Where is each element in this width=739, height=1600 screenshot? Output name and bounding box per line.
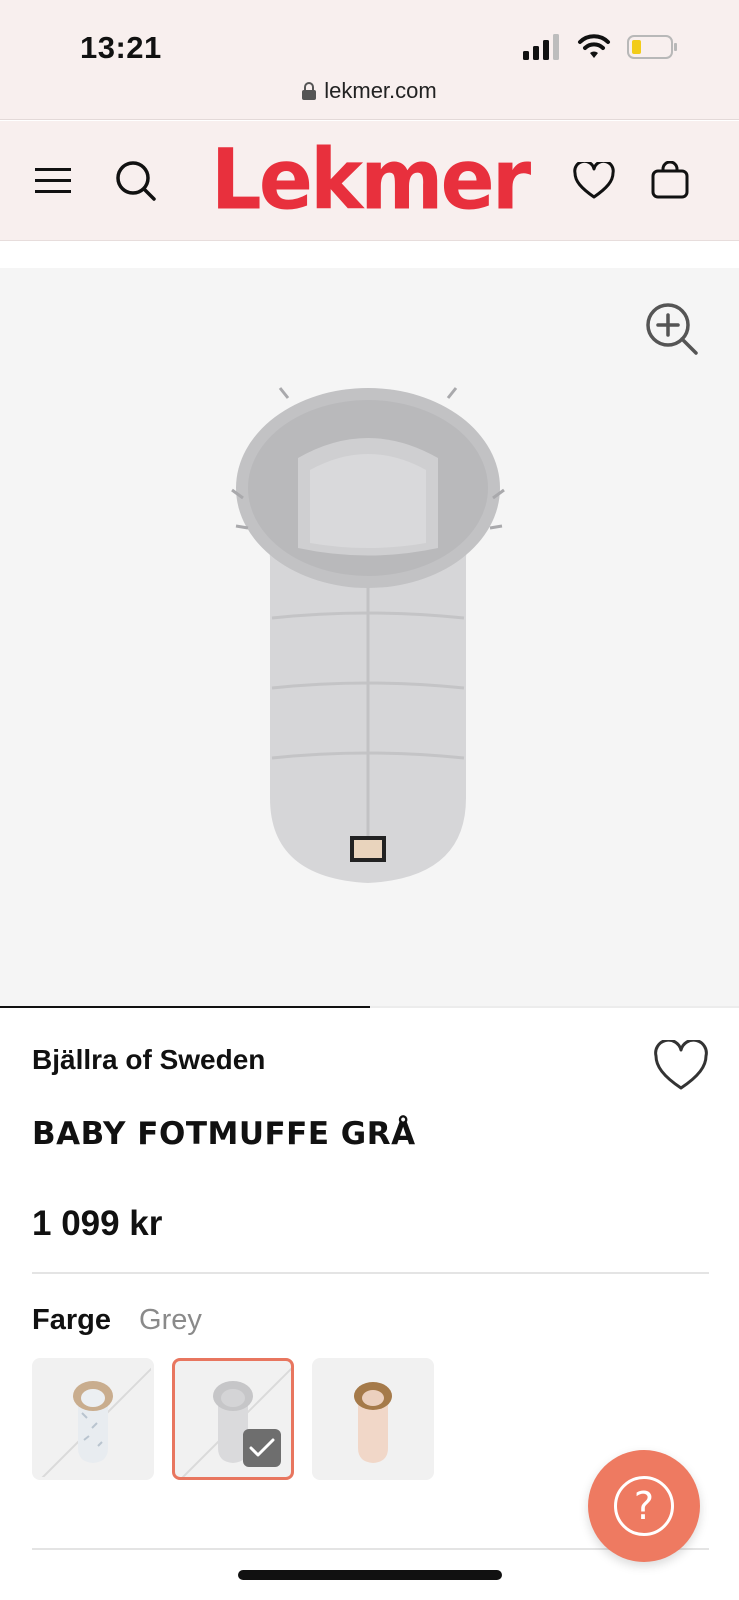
url-text: lekmer.com: [324, 78, 437, 103]
color-label: Farge: [32, 1304, 111, 1336]
wishlist-button[interactable]: [572, 159, 616, 203]
footmuff-product-image: [231, 387, 505, 883]
color-swatch-grey[interactable]: [172, 1358, 294, 1480]
section-divider: [32, 1272, 709, 1274]
home-indicator[interactable]: [238, 1570, 502, 1580]
battery-icon: [627, 35, 677, 59]
heart-icon: [573, 162, 615, 199]
product-title: BABY FOTMUFFE GRÅ: [32, 1116, 416, 1152]
add-to-wishlist-heart-icon[interactable]: [653, 1040, 709, 1096]
gallery-progress-indicator: [0, 1006, 370, 1008]
product-price: 1 099 kr: [32, 1204, 163, 1243]
help-button[interactable]: ?: [588, 1450, 700, 1562]
selected-color-value: Grey: [139, 1304, 202, 1336]
product-brand[interactable]: Bjällra of Sweden: [32, 1044, 265, 1076]
site-header: Lekmer: [0, 121, 739, 241]
beige-footmuff-thumbnail: [354, 1382, 392, 1463]
lock-icon: [302, 82, 317, 100]
selected-checkmark: [243, 1429, 281, 1467]
color-selector-header: Farge Grey: [32, 1304, 202, 1337]
checkmark-icon: [249, 1438, 275, 1457]
gallery-progress-track: [0, 1006, 739, 1008]
bag-icon: [651, 161, 689, 199]
zoom-in-icon[interactable]: [645, 302, 699, 356]
cart-button[interactable]: [648, 159, 692, 203]
address-bar[interactable]: lekmer.com: [0, 78, 739, 104]
cellular-signal-icon: [523, 34, 559, 60]
color-swatch-beige[interactable]: [312, 1358, 434, 1480]
color-swatches: [32, 1358, 434, 1480]
browser-top-bar: 13:21 lekmer.com: [0, 0, 739, 120]
white-footmuff-thumbnail: [73, 1381, 113, 1463]
lekmer-logo[interactable]: Lekmer: [0, 131, 739, 229]
status-icons: [523, 34, 679, 60]
question-icon: ?: [614, 1476, 674, 1536]
product-image-gallery[interactable]: [0, 268, 739, 1008]
color-swatch-white[interactable]: [32, 1358, 154, 1480]
wifi-icon: [578, 34, 610, 58]
status-time: 13:21: [80, 30, 162, 65]
